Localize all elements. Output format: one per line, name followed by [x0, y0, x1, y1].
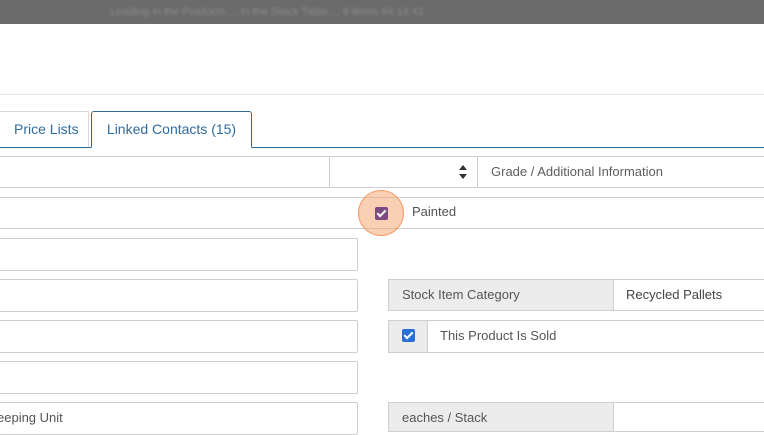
left-input-4[interactable] [0, 361, 358, 394]
grade-select[interactable] [329, 156, 478, 188]
eaches-stack-label: eaches / Stack [388, 402, 614, 432]
tab-linked-contacts[interactable]: Linked Contacts (15) [91, 111, 252, 148]
row1-left-field[interactable] [0, 156, 330, 188]
tab-price-lists[interactable]: Price Lists [0, 111, 89, 147]
stock-keeping-unit-input[interactable]: eeping Unit [0, 402, 358, 435]
left-input-3[interactable] [0, 320, 358, 353]
left-input-2[interactable] [0, 279, 358, 312]
eaches-stack-input[interactable] [613, 402, 764, 432]
top-bar: Loading in the Products ... in the Stock… [0, 0, 764, 24]
header-divider [0, 94, 764, 95]
product-sold-label: This Product Is Sold [427, 320, 764, 353]
topbar-blurred-text: Loading in the Products ... in the Stock… [110, 6, 425, 18]
select-arrows-icon [459, 165, 467, 179]
sku-partial-text: eeping Unit [0, 410, 63, 425]
painted-label: Painted [412, 204, 457, 219]
painted-checkbox[interactable] [375, 207, 388, 220]
stock-item-category-label: Stock Item Category [388, 279, 614, 311]
product-sold-checkbox[interactable] [402, 329, 415, 342]
grade-additional-info-input[interactable]: Grade / Additional Information [477, 156, 764, 188]
left-input-1[interactable] [0, 238, 358, 271]
stock-item-category-value[interactable]: Recycled Pallets [613, 279, 764, 311]
